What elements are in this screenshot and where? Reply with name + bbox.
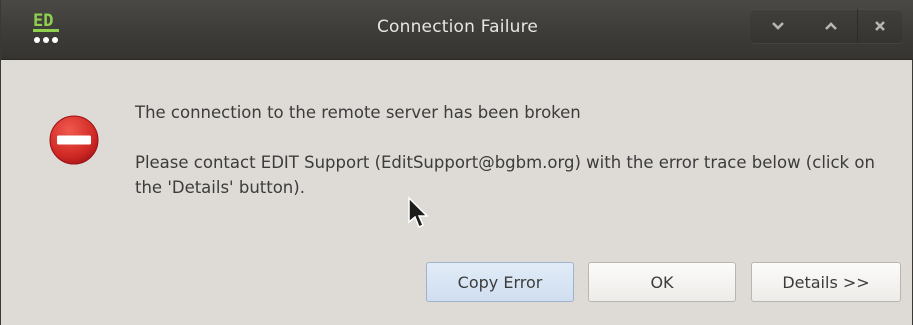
error-message: The connection to the remote server has …: [135, 100, 895, 200]
dialog-window: ED Connection Failure The connection to …: [0, 0, 913, 325]
details-button[interactable]: Details >>: [751, 262, 901, 302]
minimize-button[interactable]: [750, 9, 806, 43]
chevron-down-icon: [771, 22, 784, 30]
title-bar[interactable]: ED Connection Failure: [1, 0, 913, 60]
copy-error-button[interactable]: Copy Error: [426, 262, 574, 302]
error-icon: [49, 115, 99, 165]
message-line-1: The connection to the remote server has …: [135, 103, 581, 122]
close-button[interactable]: [857, 9, 902, 43]
ok-button[interactable]: OK: [588, 262, 736, 302]
message-line-2: Please contact EDIT Support (EditSupport…: [135, 153, 875, 197]
maximize-button[interactable]: [806, 9, 858, 43]
close-icon: [875, 21, 886, 31]
window-controls: [750, 9, 902, 43]
mouse-cursor-icon: [408, 196, 429, 229]
chevron-up-icon: [825, 22, 838, 30]
